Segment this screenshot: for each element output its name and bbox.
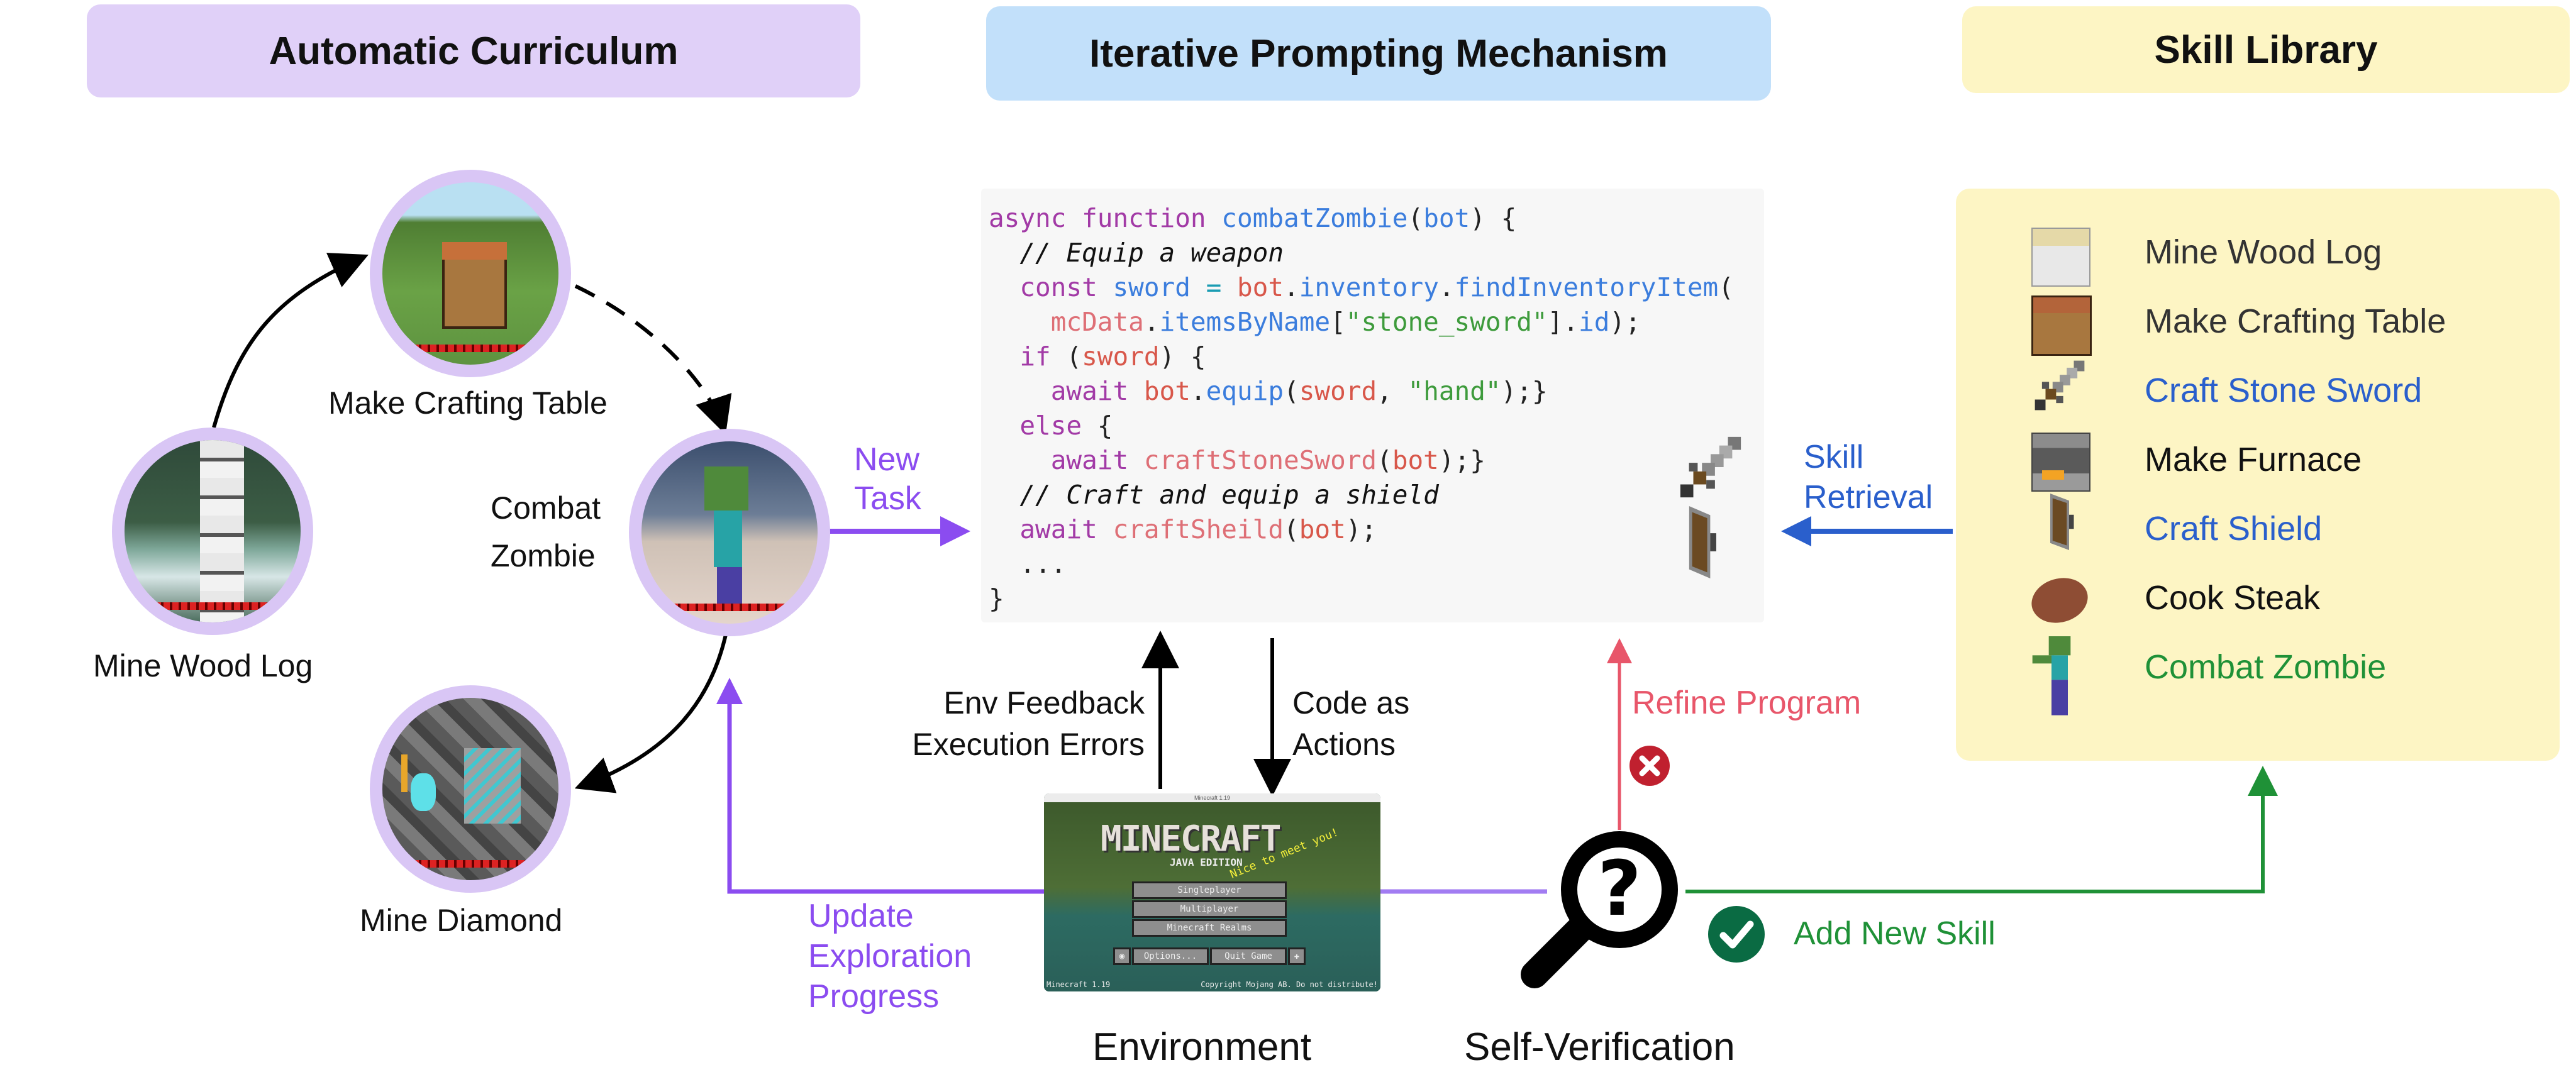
window-title: Minecraft 1.19 xyxy=(1044,793,1380,802)
crafting-table-icon xyxy=(2031,295,2092,356)
globe-icon: ◉ xyxy=(1119,951,1125,961)
quit-game-button[interactable]: Quit Game xyxy=(1210,947,1287,965)
label-self-verification: Self-Verification xyxy=(1464,1025,1735,1069)
code-actions-line2: Actions xyxy=(1292,727,1396,762)
crafting-table-scene xyxy=(382,182,558,365)
label-code-as-actions: Code as Actions xyxy=(1292,682,1409,765)
label-make-crafting-table: Make Crafting Table xyxy=(328,385,608,421)
skill-item-make-furnace[interactable]: Make Furnace xyxy=(2145,440,2362,479)
code-actions-line1: Code as xyxy=(1292,685,1410,720)
label-new-task: New Task xyxy=(854,440,921,518)
birch-log-icon xyxy=(2031,228,2090,287)
label-env-feedback: Env Feedback Execution Errors xyxy=(880,682,1145,765)
skill-item-cook-steak[interactable]: Cook Steak xyxy=(2145,578,2320,617)
label-combat: Combat xyxy=(491,490,601,526)
label-combat-zombie: Combat Zombie xyxy=(491,484,601,580)
options-button[interactable]: Options... xyxy=(1132,947,1209,965)
shield-icon xyxy=(2050,494,2074,550)
node-mine-wood-log xyxy=(112,428,313,635)
diamond-scene xyxy=(382,698,558,880)
label-mine-diamond: Mine Diamond xyxy=(360,903,563,938)
language-button[interactable]: ◉ xyxy=(1113,947,1131,965)
success-check-icon xyxy=(1708,906,1765,963)
new-task-line1: New xyxy=(854,441,920,478)
version-text: Minecraft 1.19 xyxy=(1046,980,1111,989)
singleplayer-button[interactable]: Singleplayer xyxy=(1132,881,1287,899)
label-mine-wood-log: Mine Wood Log xyxy=(93,648,313,683)
minecraft-logo: MINECRAFT xyxy=(1101,819,1281,859)
skill-retrieval-line2: Retrieval xyxy=(1804,479,1933,516)
skill-item-make-crafting-table[interactable]: Make Crafting Table xyxy=(2145,302,2446,341)
env-feedback-line1: Env Feedback xyxy=(943,685,1145,720)
new-task-line2: Task xyxy=(854,480,921,517)
node-mine-diamond xyxy=(370,685,571,893)
skill-item-combat-zombie[interactable]: Combat Zombie xyxy=(2145,648,2386,687)
stone-sword-icon xyxy=(1680,436,1741,498)
skill-item-craft-stone-sword[interactable]: Craft Stone Sword xyxy=(2145,371,2422,410)
accessibility-button[interactable]: ✚ xyxy=(1288,947,1306,965)
copyright-text: Copyright Mojang AB. Do not distribute! xyxy=(1201,980,1378,989)
label-add-new-skill: Add New Skill xyxy=(1794,915,1996,952)
arrow-add-new-skill xyxy=(1685,766,2278,893)
stone-sword-icon xyxy=(2035,360,2085,411)
skill-retrieval-line1: Skill xyxy=(1804,439,1864,475)
arrow-zombie-to-diamond xyxy=(574,631,728,793)
code-text: async function combatZombie(bot) { // Eq… xyxy=(989,203,1734,614)
node-make-crafting-table xyxy=(370,170,571,377)
accessibility-icon: ✚ xyxy=(1294,951,1300,961)
update-line2: Exploration xyxy=(808,938,972,974)
label-update-exploration-progress: Update Exploration Progress xyxy=(808,896,972,1017)
magnifier-question-icon: ? xyxy=(1521,831,1678,988)
steak-icon xyxy=(2024,568,2095,632)
java-edition-label: JAVA EDITION xyxy=(1170,856,1243,868)
svg-text:?: ? xyxy=(1597,846,1641,933)
birch-tree-scene xyxy=(125,440,301,622)
skill-item-craft-shield[interactable]: Craft Shield xyxy=(2145,509,2322,548)
skill-library-panel: Mine Wood Log Make Crafting Table Craft … xyxy=(1956,189,2560,761)
update-line3: Progress xyxy=(808,978,940,1015)
label-environment: Environment xyxy=(1092,1025,1312,1069)
multiplayer-button[interactable]: Multiplayer xyxy=(1132,900,1287,918)
shield-icon xyxy=(1689,506,1716,578)
node-combat-zombie xyxy=(629,429,830,636)
code-block: async function combatZombie(bot) { // Eq… xyxy=(981,189,1764,622)
update-line1: Update xyxy=(808,898,914,934)
furnace-icon xyxy=(2031,433,2090,492)
fail-x-icon xyxy=(1629,746,1670,786)
zombie-scene xyxy=(641,441,818,624)
minecraft-window: Minecraft 1.19 MINECRAFT JAVA EDITION Ni… xyxy=(1044,793,1380,991)
label-zombie: Zombie xyxy=(491,538,596,573)
zombie-icon xyxy=(2032,636,2071,715)
label-skill-retrieval: Skill Retrieval xyxy=(1804,437,1933,517)
realms-button[interactable]: Minecraft Realms xyxy=(1132,919,1287,937)
env-feedback-line2: Execution Errors xyxy=(912,727,1145,762)
label-refine-program: Refine Program xyxy=(1632,685,1862,721)
skill-item-mine-wood-log[interactable]: Mine Wood Log xyxy=(2145,233,2382,272)
